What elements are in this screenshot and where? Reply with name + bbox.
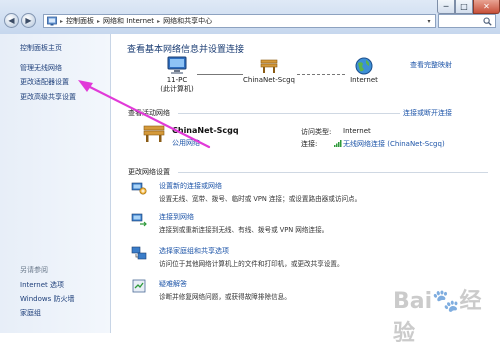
change-advanced-sharing-link[interactable]: 更改高级共享设置 [20, 92, 76, 102]
map-link-line [197, 74, 243, 75]
task-connect-network-link[interactable]: 连接到网络 [159, 212, 194, 222]
access-type-value: Internet [343, 127, 371, 135]
forward-button[interactable]: ▶ [21, 13, 36, 28]
search-input[interactable] [438, 14, 496, 28]
minimize-button[interactable]: ─ [437, 0, 455, 14]
control-panel-icon [47, 16, 57, 26]
chevron-down-icon[interactable]: ▾ [423, 15, 435, 27]
connect-network-icon [131, 213, 147, 227]
map-node-computer-sublabel: (此计算机) [160, 85, 194, 93]
wireless-connection-link[interactable]: 无线网络连接 (ChinaNet-Scgq) [343, 139, 445, 149]
search-icon [483, 16, 492, 26]
new-connection-icon [131, 182, 147, 195]
view-full-map-link[interactable]: 查看完整映射 [410, 60, 452, 70]
bench-network-icon [260, 59, 278, 73]
network-location-type-link[interactable]: 公用网络 [172, 138, 200, 148]
map-node-internet[interactable]: Internet [341, 56, 387, 85]
change-settings-heading: 更改网络设置 [128, 168, 170, 176]
connections-label: 连接: [301, 140, 318, 148]
homegroup-link[interactable]: 家庭组 [20, 308, 41, 318]
manage-wireless-networks-link[interactable]: 管理无线网络 [20, 63, 62, 73]
back-button[interactable]: ◀ [4, 13, 19, 28]
chevron-right-icon: ▸ [60, 17, 64, 25]
task-setup-connection-link[interactable]: 设置新的连接或网络 [159, 181, 222, 191]
chevron-right-icon: ▸ [97, 17, 101, 25]
map-node-computer[interactable]: 11-PC (此计算机) [157, 56, 197, 94]
bench-network-icon [143, 125, 165, 142]
section-divider [178, 172, 488, 173]
breadcrumb-control-panel[interactable]: 控制面板 [66, 16, 94, 26]
change-adapter-settings-link[interactable]: 更改适配器设置 [20, 77, 69, 87]
active-networks-heading: 查看活动网络 [128, 109, 170, 117]
active-network-name: ChinaNet-Scgq [172, 126, 239, 135]
baidu-watermark-logo: Bai🐾经验 [393, 289, 482, 346]
see-also-heading: 另请参阅 [20, 266, 48, 274]
close-button[interactable]: ✕ [473, 0, 500, 14]
windows-firewall-link[interactable]: Windows 防火墙 [20, 294, 74, 304]
arrow-left-icon: ◀ [8, 16, 15, 25]
arrow-right-icon: ▶ [25, 16, 32, 25]
control-panel-home-link[interactable]: 控制面板主页 [20, 43, 62, 53]
map-link-line [297, 74, 345, 75]
map-node-computer-label: 11-PC [166, 76, 188, 84]
left-navigation-pane: 控制面板主页 管理无线网络 更改适配器设置 更改高级共享设置 另请参阅 Inte… [0, 34, 111, 333]
page-title: 查看基本网络信息并设置连接 [127, 45, 245, 55]
globe-icon [355, 57, 373, 75]
internet-options-link[interactable]: Internet 选项 [20, 280, 64, 290]
troubleshoot-icon [132, 279, 146, 293]
maximize-button[interactable]: □ [455, 0, 473, 14]
task-setup-connection-desc: 设置无线、宽带、拨号、临时或 VPN 连接；或设置路由器或访问点。 [159, 195, 362, 203]
task-troubleshoot-desc: 诊断并修复网络问题，或获得故障排除信息。 [159, 293, 291, 301]
title-bar: ─ □ ✕ ◀ ▶ ▸ 控制面板 ▸ 网络和 Internet ▸ 网络和共享中… [0, 0, 500, 34]
computer-icon [167, 56, 187, 74]
task-homegroup-link[interactable]: 选择家庭组和共享选项 [159, 246, 229, 256]
connect-disconnect-link[interactable]: 连接或断开连接 [403, 108, 452, 118]
address-bar[interactable]: ▸ 控制面板 ▸ 网络和 Internet ▸ 网络和共享中心 ▾ [43, 14, 436, 28]
task-connect-network-desc: 连接到或重新连接到无线、有线、拨号或 VPN 网络连接。 [159, 226, 329, 234]
wifi-signal-icon [334, 140, 342, 147]
map-node-network-label: ChinaNet-Scgq [243, 76, 295, 84]
map-node-internet-label: Internet [350, 76, 378, 84]
task-homegroup-desc: 访问位于其他网络计算机上的文件和打印机，或更改共享设置。 [159, 260, 344, 268]
breadcrumb-network-sharing-center[interactable]: 网络和共享中心 [163, 16, 212, 26]
chevron-right-icon: ▸ [157, 17, 161, 25]
map-node-network[interactable]: ChinaNet-Scgq [239, 56, 299, 85]
task-troubleshoot-link[interactable]: 疑难解答 [159, 279, 187, 289]
breadcrumb-network-internet[interactable]: 网络和 Internet [103, 16, 154, 26]
access-type-label: 访问类型: [301, 128, 332, 136]
homegroup-icon [131, 246, 147, 260]
section-divider [178, 113, 400, 114]
